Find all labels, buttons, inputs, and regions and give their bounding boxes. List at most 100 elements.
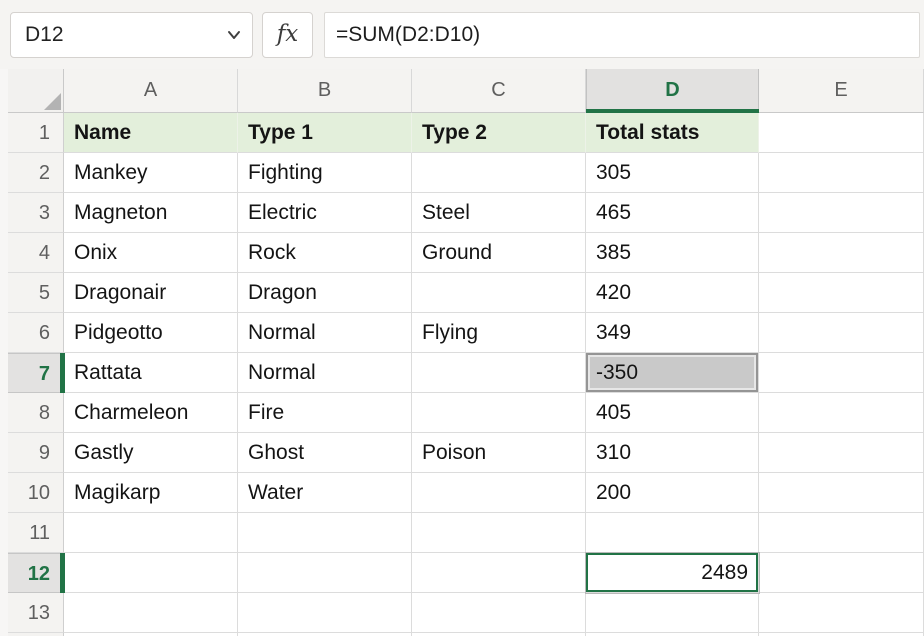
sheet-row-7: 7RattataNormal -350 <box>0 353 924 393</box>
column-header-b[interactable]: B <box>238 69 412 113</box>
cell-c13[interactable] <box>412 593 586 633</box>
sheet-row-9: 9GastlyGhostPoison310 <box>0 433 924 473</box>
cell-a4[interactable]: Onix <box>64 233 238 273</box>
formula-input[interactable]: =SUM(D2:D10) <box>324 12 920 58</box>
row-header-2[interactable]: 2 <box>8 153 64 193</box>
cell-d7[interactable]: -350 <box>586 353 759 393</box>
cell-c1[interactable]: Type 2 <box>412 113 586 153</box>
left-gutter <box>0 153 8 193</box>
cell-a3[interactable]: Magneton <box>64 193 238 233</box>
row-header-4[interactable]: 4 <box>8 233 64 273</box>
row-header-8[interactable]: 8 <box>8 393 64 433</box>
left-gutter <box>0 313 8 353</box>
cell-d8[interactable]: 405 <box>586 393 759 433</box>
cell-b4[interactable]: Rock <box>238 233 412 273</box>
select-all-button[interactable] <box>8 69 64 113</box>
cell-b1[interactable]: Type 1 <box>238 113 412 153</box>
cell-b12[interactable] <box>238 553 412 593</box>
cell-b9[interactable]: Ghost <box>238 433 412 473</box>
cell-d12[interactable]: 2489 <box>586 553 759 593</box>
cell-c6[interactable]: Flying <box>412 313 586 353</box>
cell-d3[interactable]: 465 <box>586 193 759 233</box>
cell-a11[interactable] <box>64 513 238 553</box>
cell-e9[interactable] <box>759 433 924 473</box>
column-header-d[interactable]: D <box>586 69 759 113</box>
cell-e8[interactable] <box>759 393 924 433</box>
cell-e10[interactable] <box>759 473 924 513</box>
cell-d10[interactable]: 200 <box>586 473 759 513</box>
column-header-e[interactable]: E <box>759 69 924 113</box>
cell-c3[interactable]: Steel <box>412 193 586 233</box>
column-header-c[interactable]: C <box>412 69 586 113</box>
cell-e4[interactable] <box>759 233 924 273</box>
cell-e13[interactable] <box>759 593 924 633</box>
cell-d6[interactable]: 349 <box>586 313 759 353</box>
cell-d2[interactable]: 305 <box>586 153 759 193</box>
cell-d1[interactable]: Total stats <box>586 113 759 153</box>
column-header-a[interactable]: A <box>64 69 238 113</box>
cell-d9[interactable]: 310 <box>586 433 759 473</box>
cell-e11[interactable] <box>759 513 924 553</box>
row-header-1[interactable]: 1 <box>8 113 64 153</box>
cell-c8[interactable] <box>412 393 586 433</box>
cell-c12[interactable] <box>412 553 586 593</box>
cell-b11[interactable] <box>238 513 412 553</box>
row-header-13[interactable]: 13 <box>8 593 64 633</box>
cell-c11[interactable] <box>412 513 586 553</box>
cell-a9[interactable]: Gastly <box>64 433 238 473</box>
cell-b3[interactable]: Electric <box>238 193 412 233</box>
cell-e1[interactable] <box>759 113 924 153</box>
row-header-3[interactable]: 3 <box>8 193 64 233</box>
row-header-12[interactable]: 12 <box>8 553 64 593</box>
cell-b8[interactable]: Fire <box>238 393 412 433</box>
cell-d5[interactable]: 420 <box>586 273 759 313</box>
cell-d13[interactable] <box>586 593 759 633</box>
cell-b13[interactable] <box>238 593 412 633</box>
formula-bar: D12 fx =SUM(D2:D10) <box>0 0 924 69</box>
name-box[interactable]: D12 <box>10 12 253 58</box>
cell-b2[interactable]: Fighting <box>238 153 412 193</box>
cell-c5[interactable] <box>412 273 586 313</box>
cell-e7[interactable] <box>759 353 924 393</box>
row-header-10[interactable]: 10 <box>8 473 64 513</box>
cell-e3[interactable] <box>759 193 924 233</box>
cell-c2[interactable] <box>412 153 586 193</box>
cell-e2[interactable] <box>759 153 924 193</box>
row-header-7[interactable]: 7 <box>8 353 64 393</box>
cell-a7[interactable]: Rattata <box>64 353 238 393</box>
cell-e5[interactable] <box>759 273 924 313</box>
cell-a10[interactable]: Magikarp <box>64 473 238 513</box>
row-header-9[interactable]: 9 <box>8 433 64 473</box>
cell-a5[interactable]: Dragonair <box>64 273 238 313</box>
cell-a2[interactable]: Mankey <box>64 153 238 193</box>
cell-d11[interactable] <box>586 513 759 553</box>
cell-b5[interactable]: Dragon <box>238 273 412 313</box>
cell-b10[interactable]: Water <box>238 473 412 513</box>
cell-a13[interactable] <box>64 593 238 633</box>
cell-b7[interactable]: Normal <box>238 353 412 393</box>
left-gutter <box>0 193 8 233</box>
cell-c4[interactable]: Ground <box>412 233 586 273</box>
cell-e6[interactable] <box>759 313 924 353</box>
insert-function-button[interactable]: fx <box>262 12 313 58</box>
chevron-down-icon[interactable] <box>227 30 241 40</box>
cell-d4[interactable]: 385 <box>586 233 759 273</box>
left-gutter <box>0 513 8 553</box>
sheet-row-3: 3MagnetonElectricSteel465 <box>0 193 924 233</box>
cell-a8[interactable]: Charmeleon <box>64 393 238 433</box>
cell-c10[interactable] <box>412 473 586 513</box>
cell-c7[interactable] <box>412 353 586 393</box>
cell-b6[interactable]: Normal <box>238 313 412 353</box>
row-header-6[interactable]: 6 <box>8 313 64 353</box>
sheet-row-12: 12 2489 <box>0 553 924 593</box>
fx-icon: fx <box>277 21 298 47</box>
row-header-11[interactable]: 11 <box>8 513 64 553</box>
cell-c9[interactable]: Poison <box>412 433 586 473</box>
cell-a6[interactable]: Pidgeotto <box>64 313 238 353</box>
column-header-band: ABCDE <box>0 69 924 113</box>
cell-a1[interactable]: Name <box>64 113 238 153</box>
row-header-5[interactable]: 5 <box>8 273 64 313</box>
cell-e12[interactable] <box>759 553 924 593</box>
formula-text: =SUM(D2:D10) <box>336 23 480 46</box>
cell-a12[interactable] <box>64 553 238 593</box>
